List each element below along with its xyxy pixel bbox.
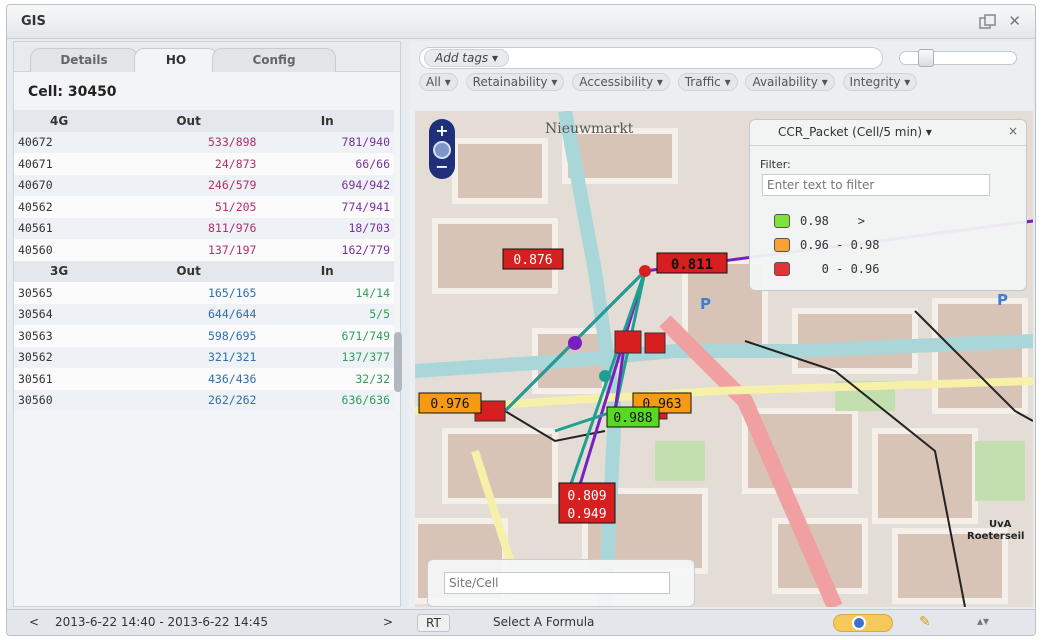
time-range: 2013-6-22 14:40 - 2013-6-22 14:45 <box>55 615 268 629</box>
map-marker[interactable]: 0.809 0.949 <box>558 482 616 524</box>
add-tags-button[interactable]: Add tags ▾ <box>424 49 510 67</box>
pencil-icon[interactable]: ✎ <box>919 614 931 630</box>
tab-config[interactable]: Config <box>212 48 336 72</box>
legend-panel: CCR_Packet (Cell/5 min) ▾ × Filter: 0.98… <box>749 119 1027 291</box>
legend-swatch <box>774 238 790 252</box>
opacity-slider[interactable] <box>899 49 1017 67</box>
site-search-box <box>427 559 695 607</box>
gis-window: GIS ✕ Details HO Config Cell: 30450 4G O… <box>6 4 1036 636</box>
cell-title: Cell: 30450 <box>28 84 117 100</box>
svg-text:0.809: 0.809 <box>567 489 606 504</box>
window-title: GIS <box>21 14 46 29</box>
table-row[interactable]: 30560 262/262 636/636 <box>14 389 394 411</box>
svg-text:P: P <box>700 295 711 313</box>
table-row[interactable]: 30565 165/165 14/14 <box>14 282 394 304</box>
table-row[interactable]: 30561 436/436 32/32 <box>14 368 394 390</box>
filter-retainability[interactable]: Retainability ▾ <box>465 73 565 91</box>
tag-bar[interactable]: Add tags ▾ <box>419 47 883 69</box>
legend-swatch <box>774 214 790 228</box>
map-marker[interactable]: 0.811 <box>656 252 728 274</box>
stepper-icon[interactable]: ▴▾ <box>977 614 989 628</box>
tab-strip: Details HO Config <box>14 42 400 72</box>
svg-text:0.876: 0.876 <box>513 253 552 268</box>
restore-icon[interactable] <box>979 14 997 30</box>
time-bar: < 2013-6-22 14:40 - 2013-6-22 14:45 > RT… <box>7 609 1035 635</box>
legend-title[interactable]: CCR_Packet (Cell/5 min) ▾ <box>778 125 932 139</box>
close-icon[interactable]: × <box>1008 124 1018 138</box>
left-panel: Details HO Config Cell: 30450 4G Out In … <box>13 41 402 607</box>
map-marker[interactable]: 0.988 <box>606 406 660 428</box>
handover-table: 4G Out In 40672 533/898 781/940 40671 24/87… <box>14 110 394 411</box>
tab-details[interactable]: Details <box>30 48 138 72</box>
svg-text:0.811: 0.811 <box>671 257 713 273</box>
zoom-out-button[interactable]: − <box>429 157 455 176</box>
legend-header: CCR_Packet (Cell/5 min) ▾ × <box>750 120 1026 146</box>
filter-chips: All ▾ Retainability ▾ Accessibility ▾ Tr… <box>417 71 1017 93</box>
tab-ho[interactable]: HO <box>134 48 218 72</box>
filter-accessibility[interactable]: Accessibility ▾ <box>572 73 670 91</box>
table-row[interactable]: 30562 321/321 137/377 <box>14 346 394 368</box>
filter-input[interactable] <box>762 174 990 196</box>
map-area: Add tags ▾ All ▾ Retainability ▾ Accessi… <box>409 41 1033 607</box>
formula-select[interactable]: Select A Formula <box>493 615 594 629</box>
table-header-4g: 4G Out In <box>14 110 394 132</box>
next-button[interactable]: > <box>383 615 393 629</box>
chevron-down-icon: ▾ <box>925 125 932 139</box>
globe-icon <box>852 616 866 630</box>
filter-availability[interactable]: Availability ▾ <box>745 73 835 91</box>
panel-scrollbar[interactable] <box>394 332 402 392</box>
table-row[interactable]: 30563 598/695 671/749 <box>14 325 394 347</box>
table-row[interactable]: 40562 51/205 774/941 <box>14 196 394 218</box>
filter-all[interactable]: All ▾ <box>419 73 458 91</box>
map-view[interactable]: 0.876 0.811 0.976 0.963 0.988 0.809 0.94… <box>415 111 1033 607</box>
table-row[interactable]: 40560 137/197 162/779 <box>14 239 394 261</box>
prev-button[interactable]: < <box>29 615 39 629</box>
svg-text:0.976: 0.976 <box>430 397 469 412</box>
chevron-down-icon: ▾ <box>492 51 499 65</box>
map-label-uva: UvA <box>989 519 1012 530</box>
table-row[interactable]: 40672 533/898 781/940 <box>14 131 394 153</box>
site-cell-input[interactable] <box>444 572 670 594</box>
table-row[interactable]: 40671 24/873 66/66 <box>14 153 394 175</box>
zoom-in-button[interactable]: + <box>429 121 455 140</box>
map-marker[interactable]: 0.876 <box>502 248 564 270</box>
title-bar: GIS ✕ <box>7 5 1035 39</box>
filter-label: Filter: <box>760 158 791 171</box>
rt-button[interactable]: RT <box>417 614 450 632</box>
table-row[interactable]: 40670 246/579 694/942 <box>14 174 394 196</box>
globe-toggle[interactable] <box>833 614 893 632</box>
filter-traffic[interactable]: Traffic ▾ <box>677 73 738 91</box>
slider-handle[interactable] <box>918 49 934 67</box>
zoom-control: + − <box>429 119 455 179</box>
filter-integrity[interactable]: Integrity ▾ <box>842 73 918 91</box>
table-header-3g: 3G Out In <box>14 260 394 282</box>
legend-swatch <box>774 262 790 276</box>
map-label-roeterseil: Roeterseil <box>967 531 1024 542</box>
map-marker[interactable]: 0.976 <box>418 392 482 414</box>
close-icon[interactable]: ✕ <box>1008 12 1021 30</box>
street-label: Nieuwmarkt <box>545 121 634 137</box>
table-row[interactable]: 40561 811/976 18/703 <box>14 217 394 239</box>
table-row[interactable]: 30564 644/644 5/5 <box>14 303 394 325</box>
svg-text:0.988: 0.988 <box>613 411 652 426</box>
svg-text:0.949: 0.949 <box>567 507 606 522</box>
svg-text:P: P <box>997 291 1008 309</box>
